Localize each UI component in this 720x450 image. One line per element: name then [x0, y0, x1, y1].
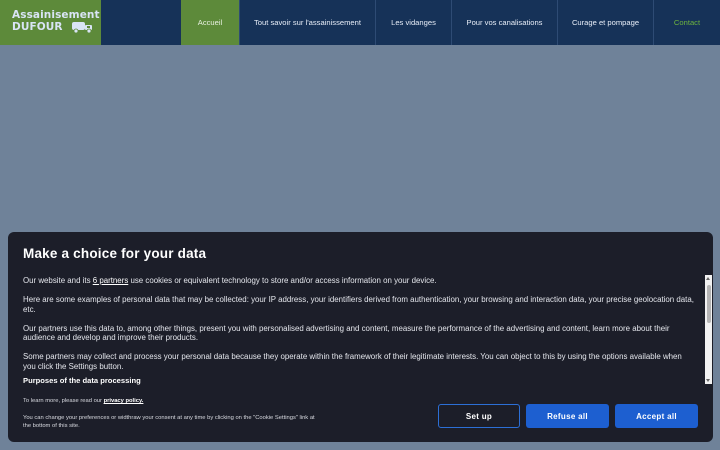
refuse-all-button[interactable]: Refuse all — [526, 404, 609, 428]
nav-item-vidanges[interactable]: Les vidanges — [375, 0, 451, 45]
setup-button[interactable]: Set up — [438, 404, 520, 428]
intro-before: Our website and its — [23, 276, 93, 285]
privacy-policy-link[interactable]: privacy policy. — [104, 398, 144, 404]
purposes-heading[interactable]: Purposes of the data processing — [23, 376, 141, 385]
scrollbar-thumb[interactable] — [706, 285, 711, 323]
nav-item-curage[interactable]: Curage et pompage — [557, 0, 653, 45]
consent-paragraph-2: Here are some examples of personal data … — [23, 295, 694, 314]
site-header: Assainisement DUFOUR Accueil Tout savoir… — [0, 0, 720, 45]
partners-link[interactable]: 6 partners — [93, 276, 129, 285]
nav-item-accueil[interactable]: Accueil — [181, 0, 239, 45]
consent-paragraph-4: Some partners may collect and process yo… — [23, 352, 682, 372]
intro-after: use cookies or equivalent technology to … — [128, 276, 437, 285]
scroll-up-icon[interactable] — [706, 277, 710, 280]
truck-icon — [72, 22, 92, 34]
main-nav: Accueil Tout savoir sur l'assainissement… — [181, 0, 720, 45]
logo-line-2: DUFOUR — [12, 21, 63, 33]
nav-item-assainissement[interactable]: Tout savoir sur l'assainissement — [239, 0, 375, 45]
consent-dialog: Make a choice for your data Our website … — [8, 232, 713, 442]
learn-more-prefix: To learn more, please read our — [23, 398, 104, 404]
nav-item-canalisations[interactable]: Pour vos canalisations — [451, 0, 557, 45]
change-preferences-text: You can change your preferences or width… — [23, 415, 315, 429]
consent-intro: Our website and its 6 partners use cooki… — [23, 276, 695, 286]
consent-paragraph-3: Our partners use this data to, among oth… — [23, 323, 670, 343]
nav-item-contact[interactable]: Contact — [653, 0, 720, 45]
consent-scrollbar[interactable] — [705, 275, 712, 384]
consent-body: Our website and its 6 partners use cooki… — [23, 276, 695, 381]
site-logo[interactable]: Assainisement DUFOUR — [0, 0, 101, 45]
consent-title: Make a choice for your data — [23, 246, 207, 261]
learn-more-line: To learn more, please read our privacy p… — [23, 398, 143, 404]
accept-all-button[interactable]: Accept all — [615, 404, 698, 428]
scroll-down-icon[interactable] — [706, 379, 710, 382]
